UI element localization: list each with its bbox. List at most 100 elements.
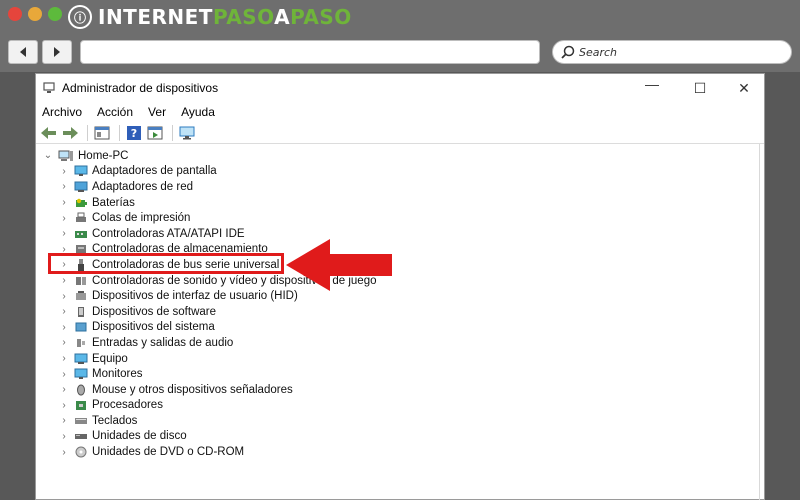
tree-item[interactable]: › Dispositivos de software bbox=[36, 304, 764, 320]
audio-icon bbox=[77, 338, 85, 347]
monitor-icon bbox=[74, 368, 88, 380]
forward-icon bbox=[63, 126, 78, 139]
red-arrow-icon bbox=[286, 239, 392, 291]
site-logo: ⓘ INTERNETPASOAPASO bbox=[68, 4, 352, 30]
tree-item[interactable]: › Adaptadores de pantalla bbox=[36, 164, 764, 180]
device-manager-icon bbox=[43, 82, 55, 93]
expand-chevron-icon[interactable]: › bbox=[58, 306, 70, 317]
tree-item-label: Monitores bbox=[92, 368, 143, 381]
window-title: Administrador de dispositivos bbox=[62, 81, 219, 95]
tree-item-label: Baterías bbox=[92, 196, 135, 209]
svg-text:?: ? bbox=[131, 127, 137, 140]
help-icon: ? bbox=[127, 125, 141, 140]
toolbar-properties-button[interactable] bbox=[93, 124, 111, 142]
expand-chevron-icon[interactable]: › bbox=[58, 291, 70, 302]
expand-chevron-icon[interactable]: › bbox=[58, 275, 70, 286]
expand-chevron-icon[interactable]: › bbox=[58, 213, 70, 224]
tree-item[interactable]: › Procesadores bbox=[36, 398, 764, 414]
forward-arrow-icon bbox=[54, 47, 60, 57]
expand-chevron-icon[interactable]: › bbox=[58, 400, 70, 411]
expand-chevron-icon[interactable]: › bbox=[58, 353, 70, 364]
printer-icon bbox=[76, 212, 86, 223]
expand-chevron-icon[interactable]: › bbox=[58, 228, 70, 239]
network-icon bbox=[74, 181, 88, 192]
minimize-window-button[interactable] bbox=[28, 7, 42, 21]
tree-item[interactable]: › Dispositivos de interfaz de usuario (HI… bbox=[36, 288, 764, 304]
toolbar-scan-button[interactable] bbox=[178, 124, 196, 142]
minimize-button[interactable]: — bbox=[644, 76, 660, 92]
tree-item-label: Procesadores bbox=[92, 399, 163, 412]
expand-chevron-icon[interactable]: › bbox=[58, 322, 70, 333]
expand-chevron-icon[interactable]: › bbox=[58, 384, 70, 395]
back-icon bbox=[41, 126, 56, 139]
tree-item[interactable]: › Controladoras de sonido y vídeo y dispo… bbox=[36, 273, 764, 289]
tree-item[interactable]: › Monitores bbox=[36, 366, 764, 382]
toolbar-forward-button[interactable] bbox=[61, 124, 79, 142]
tree-item[interactable]: › Baterías bbox=[36, 195, 764, 211]
mouse-icon bbox=[77, 384, 85, 396]
expand-chevron-icon[interactable]: › bbox=[58, 431, 70, 442]
tree-item-label: Dispositivos de software bbox=[92, 305, 216, 318]
logo-text: INTERNETPASOAPASO bbox=[98, 5, 352, 29]
tree-root[interactable]: ⌄ Home-PC bbox=[36, 148, 764, 164]
tree-item-label: Dispositivos de interfaz de usuario (HID… bbox=[92, 290, 298, 303]
expand-chevron-icon[interactable]: › bbox=[58, 197, 70, 208]
toolbar-separator bbox=[172, 124, 173, 141]
tree-root-label: Home-PC bbox=[78, 149, 129, 162]
menu-ver[interactable]: Ver bbox=[148, 105, 166, 119]
zoom-window-button[interactable] bbox=[48, 7, 62, 21]
back-button[interactable] bbox=[8, 40, 38, 64]
menu-ayuda[interactable]: Ayuda bbox=[181, 105, 215, 119]
menu-accion[interactable]: Acción bbox=[97, 105, 133, 119]
collapse-chevron-icon[interactable]: ⌄ bbox=[42, 150, 54, 161]
toolbar-action-button[interactable] bbox=[146, 124, 164, 142]
search-icon bbox=[561, 45, 575, 59]
expand-chevron-icon[interactable]: › bbox=[58, 415, 70, 426]
ide-icon bbox=[75, 230, 87, 238]
expand-chevron-icon[interactable]: › bbox=[58, 166, 70, 177]
search-placeholder: Search bbox=[579, 45, 618, 59]
tree-item[interactable]: › Entradas y salidas de audio bbox=[36, 335, 764, 351]
monitor-icon bbox=[74, 165, 88, 177]
properties-icon bbox=[94, 126, 110, 139]
search-input[interactable]: Search bbox=[552, 40, 792, 64]
browser-chrome: ⓘ INTERNETPASOAPASO Search bbox=[0, 0, 800, 72]
tree-item[interactable]: › Mouse y otros dispositivos señaladores bbox=[36, 382, 764, 398]
tree-item-label: Unidades de disco bbox=[92, 430, 187, 443]
close-window-button[interactable] bbox=[8, 7, 22, 21]
expand-chevron-icon[interactable]: › bbox=[58, 369, 70, 380]
close-button[interactable]: ✕ bbox=[736, 80, 752, 97]
expand-chevron-icon[interactable]: › bbox=[58, 447, 70, 458]
logo-icon: ⓘ bbox=[68, 5, 92, 29]
tree-item-label: Teclados bbox=[92, 414, 138, 427]
maximize-button[interactable]: ☐ bbox=[692, 80, 708, 97]
forward-button[interactable] bbox=[42, 40, 72, 64]
tree-item-label: Unidades de DVD o CD-ROM bbox=[92, 446, 245, 459]
menu-archivo[interactable]: Archivo bbox=[42, 105, 82, 119]
system-icon bbox=[75, 322, 87, 332]
device-manager-window: Administrador de dispositivos — ☐ ✕ Arch… bbox=[35, 73, 765, 500]
tree-item-label: Equipo bbox=[92, 352, 128, 365]
tree-item[interactable]: › Adaptadores de red bbox=[36, 179, 764, 195]
tree-item[interactable]: › Equipo bbox=[36, 351, 764, 367]
tree-item[interactable]: › Unidades de DVD o CD-ROM bbox=[36, 444, 764, 460]
tree-item-label: Adaptadores de red bbox=[92, 180, 194, 193]
toolbar-help-button[interactable]: ? bbox=[125, 124, 143, 142]
tree-item[interactable]: › Teclados bbox=[36, 413, 764, 429]
url-bar[interactable] bbox=[80, 40, 540, 64]
expand-chevron-icon[interactable]: › bbox=[58, 181, 70, 192]
tree-item[interactable]: › Controladoras ATA/ATAPI IDE bbox=[36, 226, 764, 242]
tree-item[interactable]: › Unidades de disco bbox=[36, 429, 764, 445]
toolbar-back-button[interactable] bbox=[40, 124, 58, 142]
speaker-icon bbox=[76, 276, 86, 285]
dvd-icon bbox=[75, 446, 87, 458]
tree-item[interactable]: › Colas de impresión bbox=[36, 210, 764, 226]
tree-item[interactable]: › Dispositivos del sistema bbox=[36, 320, 764, 336]
hid-icon bbox=[76, 291, 86, 301]
toolbar: ? bbox=[36, 122, 764, 144]
expand-chevron-icon[interactable]: › bbox=[58, 337, 70, 348]
software-icon bbox=[78, 306, 84, 317]
panel-icon bbox=[147, 126, 163, 139]
keyboard-icon bbox=[75, 417, 87, 424]
scan-hardware-icon bbox=[179, 126, 195, 139]
